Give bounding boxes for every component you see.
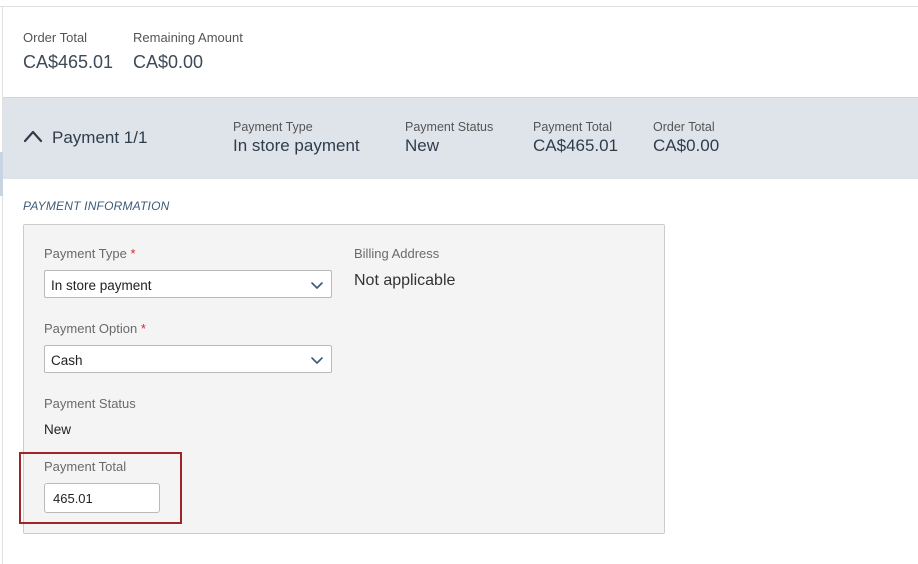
chevron-down-icon bbox=[311, 357, 323, 364]
bar-payment-type-label: Payment Type bbox=[233, 120, 313, 134]
bar-order-total-value: CA$0.00 bbox=[653, 136, 720, 155]
billing-address-label: Billing Address bbox=[354, 246, 440, 261]
bar-payment-total-label: Payment Total bbox=[533, 120, 612, 134]
bar-payment-status-value: New bbox=[405, 136, 440, 155]
required-marker: * bbox=[140, 321, 146, 336]
payment-option-select-value: Cash bbox=[51, 353, 83, 368]
payment-option-label-text: Payment Option bbox=[44, 321, 138, 336]
payment-option-select[interactable]: Cash bbox=[44, 345, 332, 373]
payment-header-bar[interactable]: Payment 1/1 Payment Type In store paymen… bbox=[3, 97, 918, 179]
remaining-amount-value: CA$0.00 bbox=[133, 52, 204, 72]
payment-total-input[interactable] bbox=[44, 483, 160, 513]
payment-option-field-label: Payment Option * bbox=[44, 321, 146, 336]
bar-payment-status: Payment Status New bbox=[405, 120, 493, 156]
order-total-value: CA$465.01 bbox=[23, 52, 114, 72]
bar-payment-total: Payment Total CA$465.01 bbox=[533, 120, 618, 156]
payment-type-label-text: Payment Type bbox=[44, 246, 127, 261]
chevron-down-icon bbox=[311, 282, 323, 289]
payment-type-select-value: In store payment bbox=[51, 278, 152, 293]
payment-status-field-label: Payment Status bbox=[44, 396, 136, 411]
bar-payment-type: Payment Type In store payment bbox=[233, 120, 360, 156]
payment-type-select[interactable]: In store payment bbox=[44, 270, 332, 298]
payment-information-card: Payment Type * In store payment Payment … bbox=[23, 224, 665, 534]
bar-payment-total-value: CA$465.01 bbox=[533, 136, 619, 155]
remaining-amount-label: Remaining Amount bbox=[133, 30, 243, 45]
bar-payment-type-value: In store payment bbox=[233, 136, 360, 155]
payment-title[interactable]: Payment 1/1 bbox=[52, 128, 147, 148]
top-divider bbox=[0, 6, 918, 7]
order-total-summary: Order Total CA$465.01 bbox=[23, 30, 113, 73]
required-marker: * bbox=[130, 246, 136, 261]
payment-status-value: New bbox=[44, 422, 72, 437]
order-total-label: Order Total bbox=[23, 30, 88, 45]
bar-order-total-label: Order Total bbox=[653, 120, 715, 134]
bar-payment-status-label: Payment Status bbox=[405, 120, 494, 134]
payment-page: Order Total CA$465.01 Remaining Amount C… bbox=[0, 0, 918, 564]
remaining-amount-summary: Remaining Amount CA$0.00 bbox=[133, 30, 243, 73]
bar-order-total: Order Total CA$0.00 bbox=[653, 120, 719, 156]
payment-type-field-label: Payment Type * bbox=[44, 246, 136, 261]
payment-information-title: PAYMENT INFORMATION bbox=[23, 199, 170, 213]
left-divider bbox=[2, 6, 3, 564]
billing-address-value: Not applicable bbox=[354, 272, 456, 289]
payment-total-field-label: Payment Total bbox=[44, 459, 127, 474]
chevron-up-icon[interactable] bbox=[23, 128, 43, 144]
